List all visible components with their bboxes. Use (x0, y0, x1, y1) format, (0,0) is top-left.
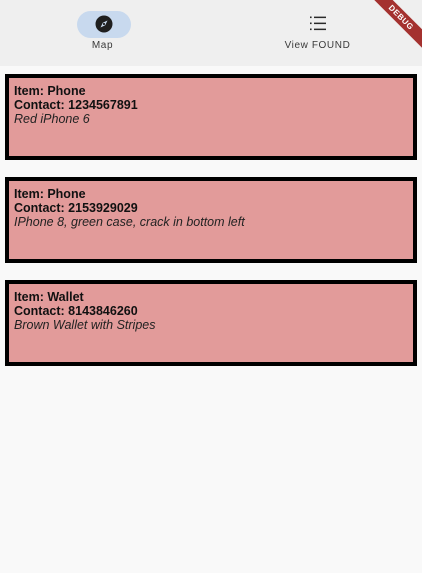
compass-icon (95, 15, 113, 33)
list-item[interactable]: Item: Phone Contact: 2153929029 IPhone 8… (5, 177, 417, 263)
item-name: Item: Wallet (14, 290, 84, 304)
item-contact: Contact: 1234567891 (14, 98, 138, 112)
item-name: Item: Phone (14, 84, 86, 98)
nav-label-view-found: View FOUND (284, 40, 351, 51)
item-contact: Contact: 2153929029 (14, 201, 138, 215)
nav-label-map: Map (91, 40, 114, 51)
nav-item-view-found[interactable]: View FOUND (211, 0, 422, 66)
nav-item-map[interactable]: Map (0, 0, 211, 66)
item-contact: Contact: 8143846260 (14, 304, 138, 318)
item-description: IPhone 8, green case, crack in bottom le… (14, 215, 245, 229)
item-description: Red iPhone 6 (14, 112, 90, 126)
list-item[interactable]: Item: Phone Contact: 1234567891 Red iPho… (5, 74, 417, 160)
list-icon (310, 16, 326, 31)
list-item[interactable]: Item: Wallet Contact: 8143846260 Brown W… (5, 280, 417, 366)
navigation-bar: Map View FOUND (0, 0, 422, 66)
item-description: Brown Wallet with Stripes (14, 318, 156, 332)
item-name: Item: Phone (14, 187, 86, 201)
